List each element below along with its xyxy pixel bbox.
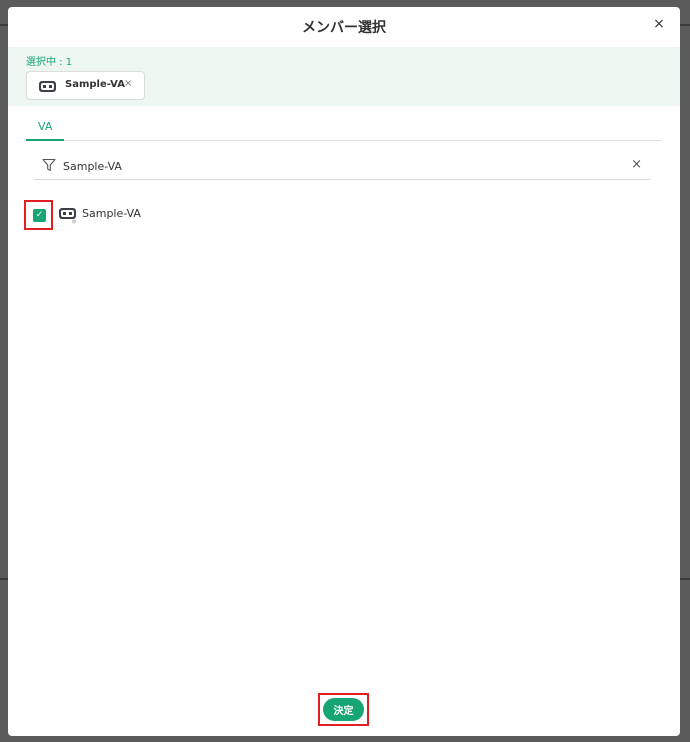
confirm-highlight: 決定 [318,693,369,726]
member-list-item[interactable]: ✓ Sample-VA [24,200,324,230]
confirm-button[interactable]: 決定 [323,698,364,721]
chip-remove-icon[interactable]: × [124,78,132,89]
search-bar: × [34,152,650,180]
member-select-modal: メンバー選択 × 選択中 : 1 Sample-VA × VA Sample-V… [8,7,680,736]
search-input[interactable] [63,155,603,177]
modal-header: メンバー選択 × [8,7,680,47]
robot-icon [38,79,58,98]
selected-chip: Sample-VA × [26,71,145,100]
filter-icon [42,157,56,176]
close-icon[interactable]: × [650,15,668,33]
clear-search-icon[interactable]: × [631,157,642,172]
checkbox-highlight: ✓ [24,200,53,230]
robot-icon [58,207,78,228]
selected-members-panel: 選択中 : 1 Sample-VA × [8,47,680,106]
tab-va[interactable]: VA [26,119,65,141]
tab-bar: VA [26,119,662,141]
selected-count: 選択中 : 1 [26,57,73,68]
chip-label: Sample-VA [65,79,125,90]
member-checkbox[interactable]: ✓ [33,209,46,222]
member-label: Sample-VA [82,207,141,220]
modal-title: メンバー選択 [302,20,386,36]
